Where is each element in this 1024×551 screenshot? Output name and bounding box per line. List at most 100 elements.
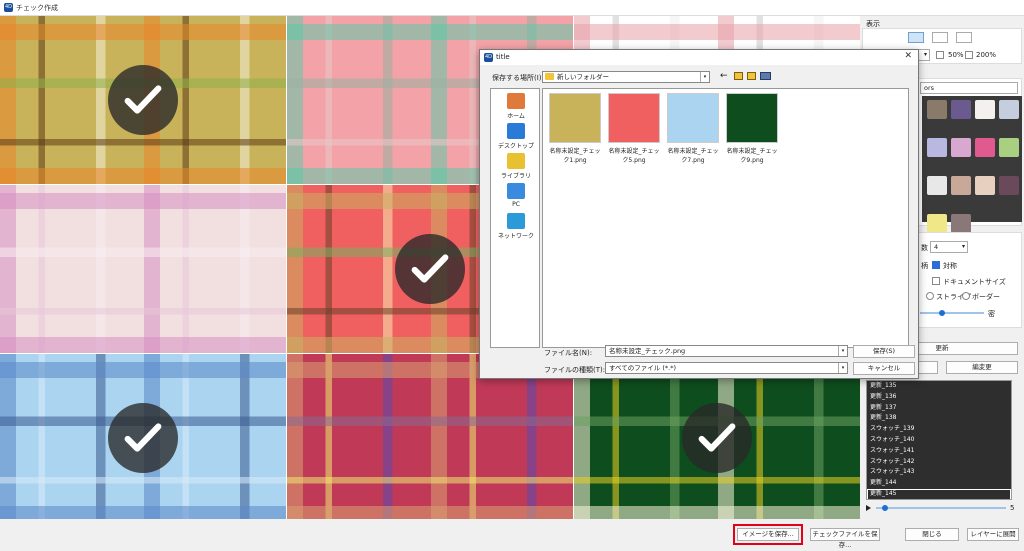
dialog-save-button[interactable]: 保存(S) bbox=[853, 345, 915, 358]
density-label: 密 bbox=[988, 310, 995, 318]
history-item[interactable]: 更新_136 bbox=[867, 392, 1011, 403]
history-item[interactable]: 更新_138 bbox=[867, 413, 1011, 424]
close-button[interactable]: 閉じる bbox=[905, 528, 959, 541]
folder-icon bbox=[545, 73, 554, 80]
playback-slider[interactable] bbox=[876, 507, 1006, 509]
window-title: チェック作成 bbox=[16, 4, 58, 12]
file-item[interactable]: 名称未設定_チェック1.png bbox=[547, 93, 603, 164]
color-swatch[interactable] bbox=[975, 100, 995, 119]
display-label: 表示 bbox=[866, 20, 880, 28]
color-swatch[interactable] bbox=[951, 214, 971, 233]
color-swatch[interactable] bbox=[999, 176, 1019, 195]
history-item[interactable]: 更新_135 bbox=[867, 381, 1011, 392]
filename-label: ファイル名(N): bbox=[544, 349, 593, 357]
dialog-title: title bbox=[496, 53, 510, 61]
tile-7[interactable] bbox=[287, 354, 573, 522]
palette-combo[interactable]: ors bbox=[920, 82, 1018, 94]
save-check-file-button[interactable]: チェックファイルを保存... bbox=[810, 528, 880, 549]
zoom-200-checkbox[interactable] bbox=[965, 51, 973, 59]
tile-4[interactable] bbox=[0, 185, 286, 353]
history-item[interactable]: スウォッチ_140 bbox=[867, 435, 1011, 446]
window-title-bar: 4D チェック作成 bbox=[0, 0, 1024, 16]
place-item[interactable]: ホーム bbox=[491, 93, 541, 120]
file-name: 名称未設定_チェック9.png bbox=[726, 148, 778, 164]
up-folder-icon[interactable] bbox=[734, 72, 743, 80]
history-list[interactable]: 更新_135 更新_136 更新_137 更新_138 スウォッチ_139 スウォッチ_1… bbox=[866, 380, 1012, 500]
new-folder-icon[interactable] bbox=[747, 72, 756, 80]
filetype-combo[interactable]: すべてのファイル (*.*) ▾ bbox=[605, 362, 848, 374]
symmetric-label: 対称 bbox=[943, 262, 957, 270]
document-size-checkbox[interactable] bbox=[932, 277, 940, 285]
file-thumbnail bbox=[726, 93, 778, 143]
file-name: 名称未設定_チェック5.png bbox=[608, 148, 660, 164]
place-item[interactable]: ネットワーク bbox=[491, 213, 541, 240]
single-view-button[interactable] bbox=[956, 32, 972, 43]
color-swatch[interactable] bbox=[951, 176, 971, 195]
expand-layers-button[interactable]: レイヤーに展開 bbox=[967, 528, 1019, 541]
zoom-combo[interactable]: ▾ bbox=[918, 49, 930, 61]
checkmark-icon bbox=[108, 403, 178, 473]
color-swatch[interactable] bbox=[999, 100, 1019, 119]
color-swatch[interactable] bbox=[927, 214, 947, 233]
place-label: ネットワーク bbox=[497, 233, 534, 240]
desktop-icon bbox=[507, 123, 525, 139]
color-swatch[interactable] bbox=[927, 176, 947, 195]
count-combo[interactable]: 4 ▾ bbox=[930, 241, 968, 253]
file-thumbnail bbox=[549, 93, 601, 143]
pc-icon bbox=[507, 183, 525, 199]
dialog-title-bar: 4D title ✕ bbox=[480, 50, 918, 65]
symmetric-checkbox[interactable] bbox=[932, 261, 940, 269]
back-icon[interactable]: ← bbox=[720, 71, 728, 81]
density-slider[interactable] bbox=[920, 312, 984, 314]
checkmark-icon bbox=[108, 65, 178, 135]
color-swatch[interactable] bbox=[975, 138, 995, 157]
place-label: デスクトップ bbox=[497, 143, 534, 150]
file-item[interactable]: 名称未設定_チェック5.png bbox=[606, 93, 662, 164]
place-item[interactable]: ライブラリ bbox=[491, 153, 541, 180]
dialog-cancel-button[interactable]: キャンセル bbox=[853, 362, 915, 375]
color-swatch[interactable] bbox=[951, 138, 971, 157]
color-swatch[interactable] bbox=[951, 100, 971, 119]
stripe-radio[interactable] bbox=[926, 292, 934, 300]
tile-6[interactable] bbox=[0, 354, 286, 522]
border-radio[interactable] bbox=[962, 292, 970, 300]
history-item[interactable]: 更新_137 bbox=[867, 403, 1011, 414]
history-item[interactable]: スウォッチ_139 bbox=[867, 424, 1011, 435]
color-swatch[interactable] bbox=[927, 138, 947, 157]
app-icon: 4D bbox=[4, 3, 13, 12]
location-combo[interactable]: 新しいフォルダー ▾ bbox=[542, 71, 710, 83]
history-item[interactable]: 更新_144 bbox=[867, 478, 1011, 489]
close-icon[interactable]: ✕ bbox=[904, 51, 912, 61]
view-menu-icon[interactable] bbox=[760, 72, 771, 80]
filename-input[interactable]: 名称未設定_チェック.png ▾ bbox=[605, 345, 848, 357]
place-label: PC bbox=[512, 201, 520, 208]
location-label: 保存する場所(I): bbox=[492, 74, 544, 82]
save-dialog: 4D title ✕ 保存する場所(I): 新しいフォルダー ▾ ← ホームデスク… bbox=[479, 49, 919, 379]
color-swatch[interactable] bbox=[975, 176, 995, 195]
place-item[interactable]: デスクトップ bbox=[491, 123, 541, 150]
history-item[interactable]: スウォッチ_142 bbox=[867, 457, 1011, 468]
history-item[interactable]: スウォッチ_141 bbox=[867, 446, 1011, 457]
file-item[interactable]: 名称未設定_チェック9.png bbox=[724, 93, 780, 164]
place-item[interactable]: PC bbox=[491, 183, 541, 208]
play-icon[interactable] bbox=[866, 505, 871, 511]
two-column-view-button[interactable] bbox=[932, 32, 948, 43]
zoom-200-label: 200% bbox=[976, 51, 997, 59]
place-label: ホーム bbox=[507, 113, 525, 120]
history-item[interactable]: スウォッチ_143 bbox=[867, 467, 1011, 478]
playback-slider-thumb[interactable] bbox=[882, 505, 888, 511]
density-slider-thumb[interactable] bbox=[939, 310, 945, 316]
edit-button[interactable]: 編変更 bbox=[946, 361, 1018, 374]
file-list[interactable]: 名称未設定_チェック1.png 名称未設定_チェック5.png 名称未設定_チェック… bbox=[542, 88, 909, 348]
file-item[interactable]: 名称未設定_チェック7.png bbox=[665, 93, 721, 164]
checkmark-icon bbox=[682, 403, 752, 473]
history-item[interactable]: 更新_145 bbox=[867, 488, 1011, 499]
repeat-label: 柄 bbox=[921, 262, 928, 270]
file-name: 名称未設定_チェック7.png bbox=[667, 148, 719, 164]
tile-1[interactable] bbox=[0, 16, 286, 184]
color-swatch[interactable] bbox=[927, 100, 947, 119]
zoom-50-checkbox[interactable] bbox=[936, 51, 944, 59]
color-swatch[interactable] bbox=[999, 138, 1019, 157]
tile-8[interactable] bbox=[574, 354, 860, 522]
grid-view-button[interactable] bbox=[908, 32, 924, 43]
